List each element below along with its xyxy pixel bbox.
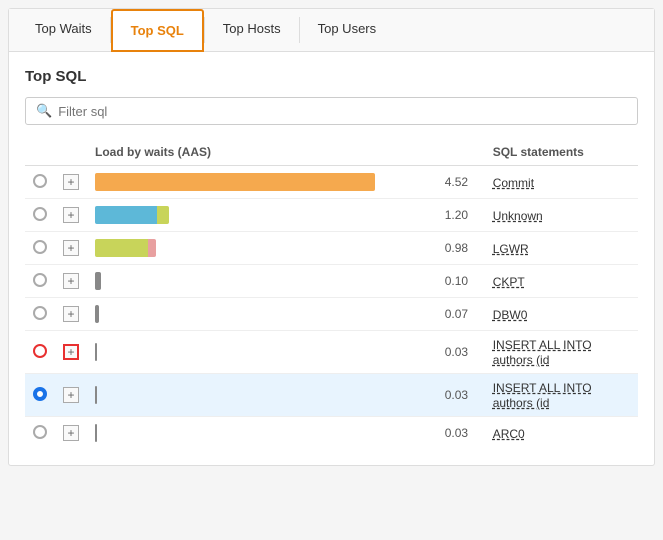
expand-icon[interactable]: + <box>63 240 79 256</box>
expand-icon[interactable]: + <box>63 387 79 403</box>
bar <box>95 386 97 404</box>
bar-value: 0.03 <box>445 426 477 440</box>
bar-segment <box>148 239 156 257</box>
bar <box>95 305 99 323</box>
table-row: +1.20 Unknown <box>25 199 638 232</box>
table-row: +0.98 LGWR <box>25 232 638 265</box>
tab-bar: Top Waits Top SQL Top Hosts Top Users <box>9 9 654 52</box>
radio-button[interactable] <box>33 344 47 358</box>
col-header-load: Load by waits (AAS) <box>87 139 485 166</box>
sql-table: Load by waits (AAS) SQL statements +4.52… <box>25 139 638 449</box>
sql-statement-link[interactable]: Commit <box>493 176 534 190</box>
bar <box>95 272 101 290</box>
search-icon: 🔍 <box>36 103 52 119</box>
bar <box>95 424 97 442</box>
bar <box>95 173 375 191</box>
bar-segment <box>95 386 97 404</box>
bar-cell: 0.03 <box>95 385 477 405</box>
bar-segment <box>95 272 101 290</box>
main-container: Top Waits Top SQL Top Hosts Top Users To… <box>8 8 655 466</box>
bar <box>95 343 97 361</box>
expand-icon[interactable]: + <box>63 306 79 322</box>
sql-statement-link[interactable]: LGWR <box>493 242 529 256</box>
bar-value: 0.03 <box>445 388 477 402</box>
table-row: +0.03 INSERT ALL INTO authors (id <box>25 331 638 374</box>
bar-value: 4.52 <box>445 175 477 189</box>
radio-button[interactable] <box>33 306 47 320</box>
bar-segment <box>95 206 157 224</box>
sql-statement-link[interactable]: ARC0 <box>493 427 525 441</box>
table-row: +4.52 Commit <box>25 166 638 199</box>
content-area: Top SQL 🔍 Load by waits (AAS) SQL statem… <box>9 52 654 465</box>
tab-top-users[interactable]: Top Users <box>300 9 395 51</box>
bar-segment <box>95 239 148 257</box>
bar-container <box>95 385 437 405</box>
radio-button[interactable] <box>33 387 47 401</box>
bar-container <box>95 205 437 225</box>
bar-value: 0.03 <box>445 345 477 359</box>
bar <box>95 239 156 257</box>
sql-statement-link[interactable]: DBW0 <box>493 308 528 322</box>
col-header-expand <box>55 139 87 166</box>
bar-container <box>95 342 437 362</box>
table-row: +0.03 ARC0 <box>25 417 638 450</box>
bar-cell: 0.03 <box>95 342 477 362</box>
bar-value: 0.98 <box>445 241 477 255</box>
bar-value: 1.20 <box>445 208 477 222</box>
bar-segment <box>95 343 97 361</box>
sql-statement-link[interactable]: INSERT ALL INTO authors (id <box>493 338 592 367</box>
bar-container <box>95 172 437 192</box>
bar-container <box>95 304 437 324</box>
tab-top-sql[interactable]: Top SQL <box>111 9 204 52</box>
bar-value: 0.07 <box>445 307 477 321</box>
bar-container <box>95 238 437 258</box>
radio-button[interactable] <box>33 240 47 254</box>
search-input[interactable] <box>58 104 627 119</box>
radio-button[interactable] <box>33 174 47 188</box>
bar <box>95 206 169 224</box>
radio-button[interactable] <box>33 425 47 439</box>
search-box[interactable]: 🔍 <box>25 97 638 125</box>
table-row: +0.07 DBW0 <box>25 298 638 331</box>
table-row: +0.10 CKPT <box>25 265 638 298</box>
bar-segment <box>95 305 99 323</box>
table-row: +0.03 INSERT ALL INTO authors (id <box>25 374 638 417</box>
sql-statement-link[interactable]: CKPT <box>493 275 525 289</box>
sql-statement-link[interactable]: Unknown <box>493 209 543 223</box>
expand-icon[interactable]: + <box>63 344 79 360</box>
col-header-radio <box>25 139 55 166</box>
section-title: Top SQL <box>25 68 638 85</box>
bar-cell: 0.07 <box>95 304 477 324</box>
bar-cell: 4.52 <box>95 172 477 192</box>
expand-icon[interactable]: + <box>63 273 79 289</box>
expand-icon[interactable]: + <box>63 174 79 190</box>
tab-top-waits[interactable]: Top Waits <box>17 9 110 51</box>
sql-statement-link[interactable]: INSERT ALL INTO authors (id <box>493 381 592 410</box>
bar-cell: 0.98 <box>95 238 477 258</box>
bar-segment <box>95 424 97 442</box>
expand-icon[interactable]: + <box>63 425 79 441</box>
bar-container <box>95 423 437 443</box>
expand-icon[interactable]: + <box>63 207 79 223</box>
bar-value: 0.10 <box>445 274 477 288</box>
bar-cell: 1.20 <box>95 205 477 225</box>
bar-cell: 0.03 <box>95 423 477 443</box>
bar-cell: 0.10 <box>95 271 477 291</box>
bar-segment <box>157 206 169 224</box>
bar-container <box>95 271 437 291</box>
col-header-sql: SQL statements <box>485 139 638 166</box>
tab-top-hosts[interactable]: Top Hosts <box>205 9 299 51</box>
radio-button[interactable] <box>33 207 47 221</box>
radio-button[interactable] <box>33 273 47 287</box>
bar-segment <box>95 173 375 191</box>
